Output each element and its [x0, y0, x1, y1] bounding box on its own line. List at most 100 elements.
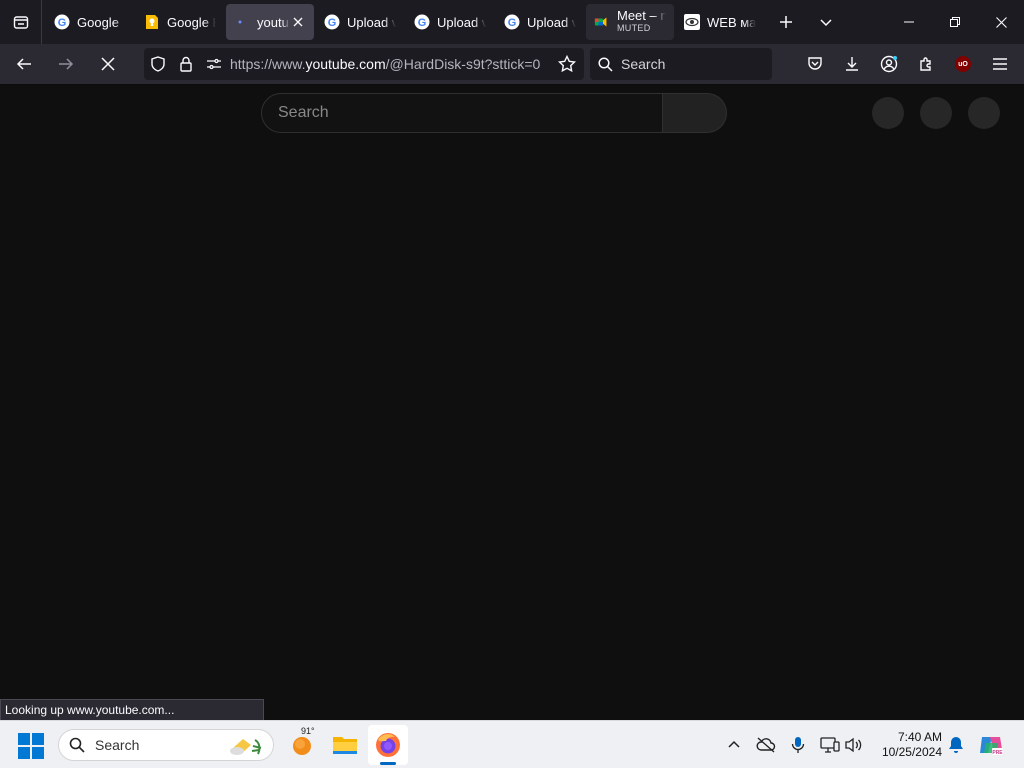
start-button[interactable] — [18, 733, 44, 759]
close-window-button[interactable] — [978, 0, 1024, 44]
network-icon — [820, 737, 840, 753]
svg-text:G: G — [58, 17, 67, 29]
url-path: /@HardDisk-s9t?sttick=0 — [385, 56, 541, 72]
youtube-search-input[interactable]: Search — [261, 93, 663, 133]
google-keep-icon — [144, 14, 160, 30]
url-prefix: https://www. — [230, 56, 306, 72]
extensions-button[interactable] — [908, 46, 944, 82]
list-all-tabs-button[interactable] — [806, 0, 846, 44]
sun-icon — [293, 737, 311, 755]
bookmark-star-icon[interactable] — [558, 48, 576, 80]
ublock-origin-button[interactable]: uO — [945, 46, 981, 82]
tab-list: G Google Google K youtu G Upload v G Upl… — [42, 0, 766, 44]
google-g-icon: G — [504, 14, 520, 30]
pocket-icon — [808, 57, 822, 70]
volume-button[interactable] — [841, 729, 867, 761]
youtube-search-placeholder: Search — [278, 104, 329, 121]
plus-icon — [780, 16, 792, 28]
puzzle-icon — [920, 57, 931, 71]
notifications-button[interactable] — [943, 729, 969, 761]
download-icon — [846, 57, 858, 71]
speaker-icon — [845, 737, 862, 753]
stop-button[interactable] — [90, 46, 126, 82]
network-button[interactable] — [817, 729, 843, 761]
tracking-protection-icon[interactable] — [144, 48, 172, 80]
tab-google[interactable]: G Google — [46, 4, 134, 40]
minimize-icon — [904, 21, 914, 23]
url-bar[interactable]: https://www.youtube.com/@HardDisk-s9t?st… — [144, 48, 584, 80]
tab-google-meet[interactable]: Meet – n MUTED — [586, 4, 674, 40]
web-search-field[interactable]: Search — [590, 48, 772, 80]
placeholder-avatar — [920, 97, 952, 129]
taskbar-search-box[interactable]: Search — [58, 729, 274, 761]
google-meet-icon — [594, 14, 610, 30]
lock-icon[interactable] — [172, 48, 200, 80]
tab-title: WEB мас — [707, 14, 756, 30]
status-bar: Looking up www.youtube.com... — [0, 699, 264, 720]
toolbar-right-buttons: uO — [796, 46, 1018, 82]
forward-button[interactable] — [48, 46, 84, 82]
tab-strip: G Google Google K youtu G Upload v G Upl… — [0, 0, 1024, 44]
show-hidden-icons-button[interactable] — [721, 729, 747, 761]
arrow-left-icon — [16, 58, 31, 70]
eye-icon — [684, 14, 700, 30]
url-host: youtube.com — [305, 56, 386, 72]
youtube-search-box: Search — [261, 93, 727, 133]
folder-icon — [333, 737, 357, 754]
cloud-offline-icon — [756, 737, 776, 753]
tab-google-keep[interactable]: Google K — [136, 4, 224, 40]
copilot-button[interactable]: PRE — [978, 729, 1004, 761]
tab-muted-label: MUTED — [617, 23, 651, 33]
clock-time: 7:40 AM — [897, 730, 942, 744]
tab-upload-1[interactable]: G Upload v — [316, 4, 404, 40]
back-button[interactable] — [6, 46, 42, 82]
firefox-icon — [376, 733, 400, 757]
minimize-button[interactable] — [886, 0, 932, 44]
tab-youtube-active[interactable]: youtu — [226, 4, 314, 40]
chevron-up-icon — [728, 740, 740, 748]
account-icon — [880, 55, 898, 73]
pocket-button[interactable] — [797, 46, 833, 82]
bell-icon — [949, 737, 963, 753]
tab-title: Upload v — [437, 14, 486, 30]
restore-button[interactable] — [932, 0, 978, 44]
placeholder-avatar — [872, 97, 904, 129]
tab-web[interactable]: WEB мас — [676, 4, 764, 40]
tab-upload-2[interactable]: G Upload v — [406, 4, 494, 40]
youtube-search-button[interactable] — [663, 93, 727, 133]
clock-date: 10/25/2024 — [881, 745, 942, 759]
account-button[interactable] — [871, 46, 907, 82]
tab-title: Google K — [167, 14, 216, 30]
taskbar: Search 91° 7:40 AM 10/25/2024 PRE — [0, 720, 1024, 768]
search-icon — [69, 737, 85, 753]
downloads-button[interactable] — [834, 46, 870, 82]
permissions-icon[interactable] — [200, 48, 228, 80]
onedrive-button[interactable] — [753, 729, 779, 761]
microphone-icon — [791, 737, 805, 753]
search-highlight-icon — [230, 739, 262, 755]
new-tab-button[interactable] — [766, 0, 806, 44]
url-text[interactable]: https://www.youtube.com/@HardDisk-s9t?st… — [230, 56, 546, 72]
svg-text:G: G — [418, 17, 427, 29]
file-explorer-button[interactable] — [325, 725, 365, 765]
svg-text:PRE: PRE — [992, 750, 1003, 756]
microphone-button[interactable] — [785, 729, 811, 761]
firefox-taskbar-button[interactable] — [368, 725, 408, 765]
app-menu-button[interactable] — [982, 46, 1018, 82]
tab-upload-3[interactable]: G Upload v — [496, 4, 584, 40]
copilot-icon: PRE — [980, 737, 1003, 756]
firefox-view-button[interactable] — [0, 0, 42, 44]
page-content: Search Looking up www.youtube.com... — [0, 85, 1024, 720]
stop-icon — [101, 57, 115, 71]
restore-icon — [950, 17, 960, 27]
active-app-indicator — [380, 762, 396, 765]
web-search-placeholder: Search — [621, 56, 666, 72]
taskbar-clock[interactable]: 7:40 AM 10/25/2024 — [872, 730, 942, 760]
close-tab-icon[interactable] — [290, 14, 306, 30]
chevron-down-icon — [820, 19, 832, 27]
placeholder-avatar — [968, 97, 1000, 129]
tab-title: Meet – n — [617, 10, 666, 23]
tab-title: Google — [77, 14, 119, 30]
google-g-icon: G — [324, 14, 340, 30]
svg-text:G: G — [328, 17, 337, 29]
